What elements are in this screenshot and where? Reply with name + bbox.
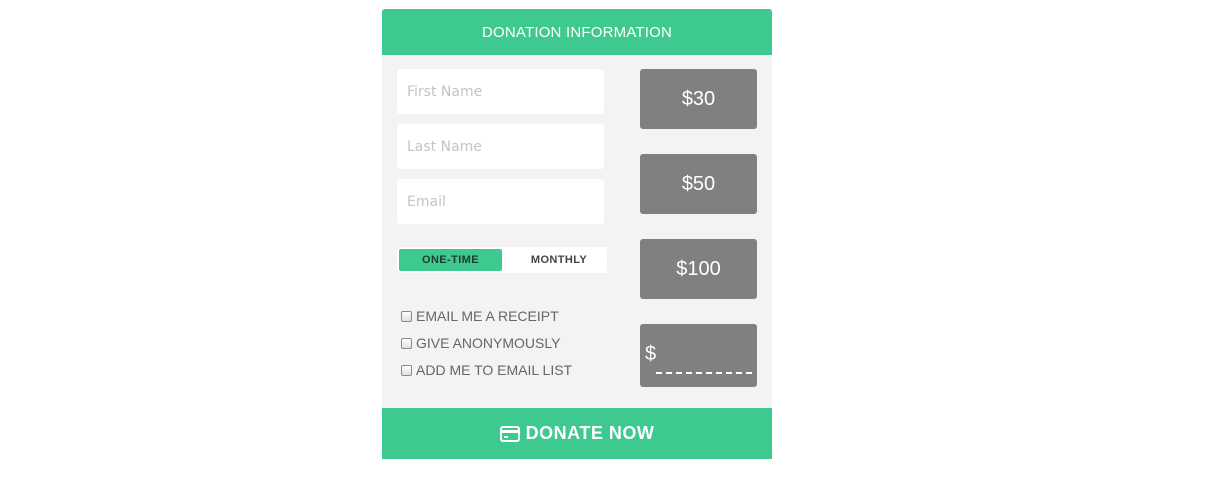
last-name-field[interactable] — [397, 124, 604, 169]
checkbox-box[interactable] — [401, 337, 412, 349]
card-header: DONATION INFORMATION — [382, 9, 772, 55]
custom-amount-box: $ — [640, 324, 757, 387]
checkbox-box[interactable] — [401, 364, 412, 376]
one-time-option[interactable]: ONE-TIME — [399, 249, 502, 271]
checkbox-label: EMAIL ME A RECEIPT — [416, 308, 559, 324]
amount-100-button[interactable]: $100 — [640, 239, 757, 299]
email-receipt-checkbox[interactable]: EMAIL ME A RECEIPT — [401, 308, 559, 324]
donate-label: DONATE NOW — [525, 423, 655, 443]
amount-30-button[interactable]: $30 — [640, 69, 757, 129]
give-anonymously-checkbox[interactable]: GIVE ANONYMOUSLY — [401, 335, 560, 351]
email-list-checkbox[interactable]: ADD ME TO EMAIL LIST — [401, 362, 572, 378]
checkbox-label: GIVE ANONYMOUSLY — [416, 335, 561, 351]
checkbox-label: ADD ME TO EMAIL LIST — [416, 362, 573, 378]
first-name-field[interactable] — [397, 69, 604, 114]
monthly-option[interactable]: MONTHLY — [514, 249, 604, 271]
amount-50-button[interactable]: $50 — [640, 154, 757, 214]
custom-amount-input[interactable] — [656, 350, 752, 374]
credit-card-icon — [499, 425, 520, 442]
card-title: DONATION INFORMATION — [481, 23, 673, 41]
donation-card: DONATION INFORMATION ONE-TIME MONTHLY EM… — [382, 9, 772, 459]
frequency-toggle: ONE-TIME MONTHLY — [397, 247, 607, 273]
donate-now-button[interactable]: DONATE NOW — [382, 408, 772, 459]
currency-symbol: $ — [645, 343, 657, 365]
checkbox-box[interactable] — [401, 310, 412, 322]
email-field[interactable] — [397, 179, 604, 224]
